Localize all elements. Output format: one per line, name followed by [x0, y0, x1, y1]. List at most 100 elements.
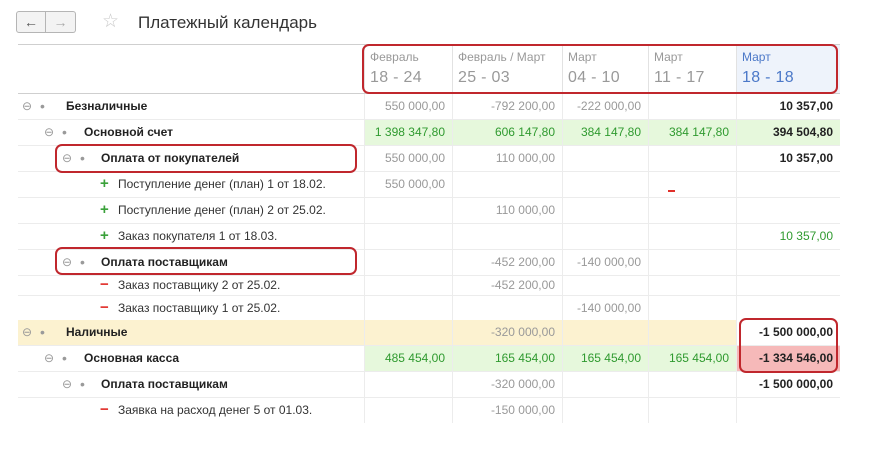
cell[interactable] [562, 146, 648, 171]
forward-button[interactable]: → [46, 11, 76, 33]
cell[interactable]: 110 000,00 [452, 198, 562, 223]
bullet-icon: • [62, 350, 67, 366]
cell[interactable] [648, 172, 736, 197]
cell[interactable]: 10 357,00 [736, 146, 840, 171]
column-header-active[interactable]: Март 18 - 18 [736, 45, 840, 93]
cell[interactable] [736, 250, 840, 275]
collapse-icon[interactable]: ⊖ [62, 146, 72, 171]
cell[interactable] [648, 276, 736, 295]
cell[interactable]: 1 398 347,80 [364, 120, 452, 145]
table-row[interactable]: − Заказ поставщику 1 от 25.02. -140 000,… [18, 296, 840, 322]
cell[interactable] [648, 372, 736, 397]
cell[interactable] [648, 94, 736, 119]
cell[interactable] [364, 372, 452, 397]
cell[interactable] [736, 172, 840, 197]
cell[interactable]: -150 000,00 [452, 398, 562, 423]
cell[interactable]: 110 000,00 [452, 146, 562, 171]
table-row[interactable]: ⊖ • Основной счет 1 398 347,80 606 147,8… [18, 120, 840, 146]
cell[interactable] [736, 398, 840, 423]
column-header[interactable]: Февраль 18 - 24 [364, 45, 452, 93]
table-row[interactable]: ⊖ • Наличные -320 000,00 -1 500 000,00 [18, 320, 840, 346]
collapse-icon[interactable]: ⊖ [22, 320, 32, 345]
table-row[interactable]: − Заявка на расход денег 5 от 01.03. -15… [18, 398, 840, 424]
cell[interactable]: -1 334 546,00 [736, 346, 840, 371]
cell[interactable] [562, 172, 648, 197]
cell[interactable] [648, 250, 736, 275]
table-row[interactable]: ⊖ • Основная касса 485 454,00 165 454,00… [18, 346, 840, 372]
back-button[interactable]: ← [16, 11, 46, 33]
table-row[interactable]: + Поступление денег (план) 1 от 18.02. 5… [18, 172, 840, 198]
cell[interactable] [562, 372, 648, 397]
cell[interactable]: 165 454,00 [648, 346, 736, 371]
cell[interactable]: 165 454,00 [562, 346, 648, 371]
cell[interactable] [648, 398, 736, 423]
cell[interactable] [562, 398, 648, 423]
cell[interactable]: -140 000,00 [562, 296, 648, 321]
bullet-icon: • [40, 98, 45, 114]
cell[interactable]: 394 504,80 [736, 120, 840, 145]
cell[interactable] [364, 296, 452, 321]
cell[interactable] [364, 276, 452, 295]
row-label: Оплата поставщикам [101, 255, 228, 269]
cell[interactable] [648, 296, 736, 321]
collapse-icon[interactable]: ⊖ [62, 372, 72, 397]
cell[interactable] [562, 198, 648, 223]
cell[interactable] [364, 224, 452, 249]
cell[interactable]: 165 454,00 [452, 346, 562, 371]
cell[interactable]: -320 000,00 [452, 320, 562, 345]
cell[interactable]: 10 357,00 [736, 224, 840, 249]
cell[interactable]: -452 200,00 [452, 276, 562, 295]
cell[interactable]: -452 200,00 [452, 250, 562, 275]
cell[interactable] [562, 224, 648, 249]
cell[interactable]: -140 000,00 [562, 250, 648, 275]
table-row[interactable]: − Заказ поставщику 2 от 25.02. -452 200,… [18, 276, 840, 296]
cell[interactable]: -320 000,00 [452, 372, 562, 397]
table-row[interactable]: ⊖ • Безналичные 550 000,00 -792 200,00 -… [18, 94, 840, 120]
column-header[interactable]: Март 04 - 10 [562, 45, 648, 93]
cell[interactable] [648, 198, 736, 223]
table-row[interactable]: + Поступление денег (план) 2 от 25.02. 1… [18, 198, 840, 224]
cell[interactable]: 550 000,00 [364, 146, 452, 171]
cell[interactable]: 550 000,00 [364, 172, 452, 197]
star-outline-icon[interactable]: ☆ [102, 11, 119, 33]
collapse-icon[interactable]: ⊖ [22, 94, 32, 119]
column-range: 11 - 17 [654, 69, 705, 86]
table-row[interactable]: ⊖ • Оплата от покупателей 550 000,00 110… [18, 146, 840, 172]
cell[interactable]: -792 200,00 [452, 94, 562, 119]
cell[interactable]: 550 000,00 [364, 94, 452, 119]
cell[interactable]: -1 500 000,00 [736, 320, 840, 345]
cell[interactable]: 606 147,80 [452, 120, 562, 145]
table-row[interactable]: + Заказ покупателя 1 от 18.03. 10 357,00 [18, 224, 840, 250]
cell[interactable]: 384 147,80 [562, 120, 648, 145]
cell[interactable]: -222 000,00 [562, 94, 648, 119]
cell[interactable] [736, 296, 840, 321]
column-header[interactable]: Март 11 - 17 [648, 45, 736, 93]
cell[interactable] [562, 276, 648, 295]
cell[interactable] [648, 320, 736, 345]
collapse-icon[interactable]: ⊖ [62, 250, 72, 275]
cell[interactable] [364, 198, 452, 223]
column-range: 18 - 18 [742, 69, 794, 86]
cell[interactable] [648, 146, 736, 171]
cell[interactable] [736, 276, 840, 295]
cell[interactable] [736, 198, 840, 223]
collapse-icon[interactable]: ⊖ [44, 346, 54, 371]
cell[interactable] [364, 250, 452, 275]
column-header[interactable]: Февраль / Март 25 - 03 [452, 45, 562, 93]
collapse-icon[interactable]: ⊖ [44, 120, 54, 145]
cell[interactable] [364, 320, 452, 345]
cell[interactable]: 10 357,00 [736, 94, 840, 119]
cell[interactable]: 485 454,00 [364, 346, 452, 371]
cell[interactable] [452, 172, 562, 197]
expense-minus-icon: − [100, 401, 109, 418]
row-label: Наличные [66, 325, 128, 339]
table-row[interactable]: ⊖ • Оплата поставщикам -320 000,00 -1 50… [18, 372, 840, 398]
cell[interactable]: -1 500 000,00 [736, 372, 840, 397]
cell[interactable] [452, 296, 562, 321]
cell[interactable] [648, 224, 736, 249]
cell[interactable] [562, 320, 648, 345]
cell[interactable]: 384 147,80 [648, 120, 736, 145]
cell[interactable] [364, 398, 452, 423]
table-row[interactable]: ⊖ • Оплата поставщикам -452 200,00 -140 … [18, 250, 840, 276]
cell[interactable] [452, 224, 562, 249]
